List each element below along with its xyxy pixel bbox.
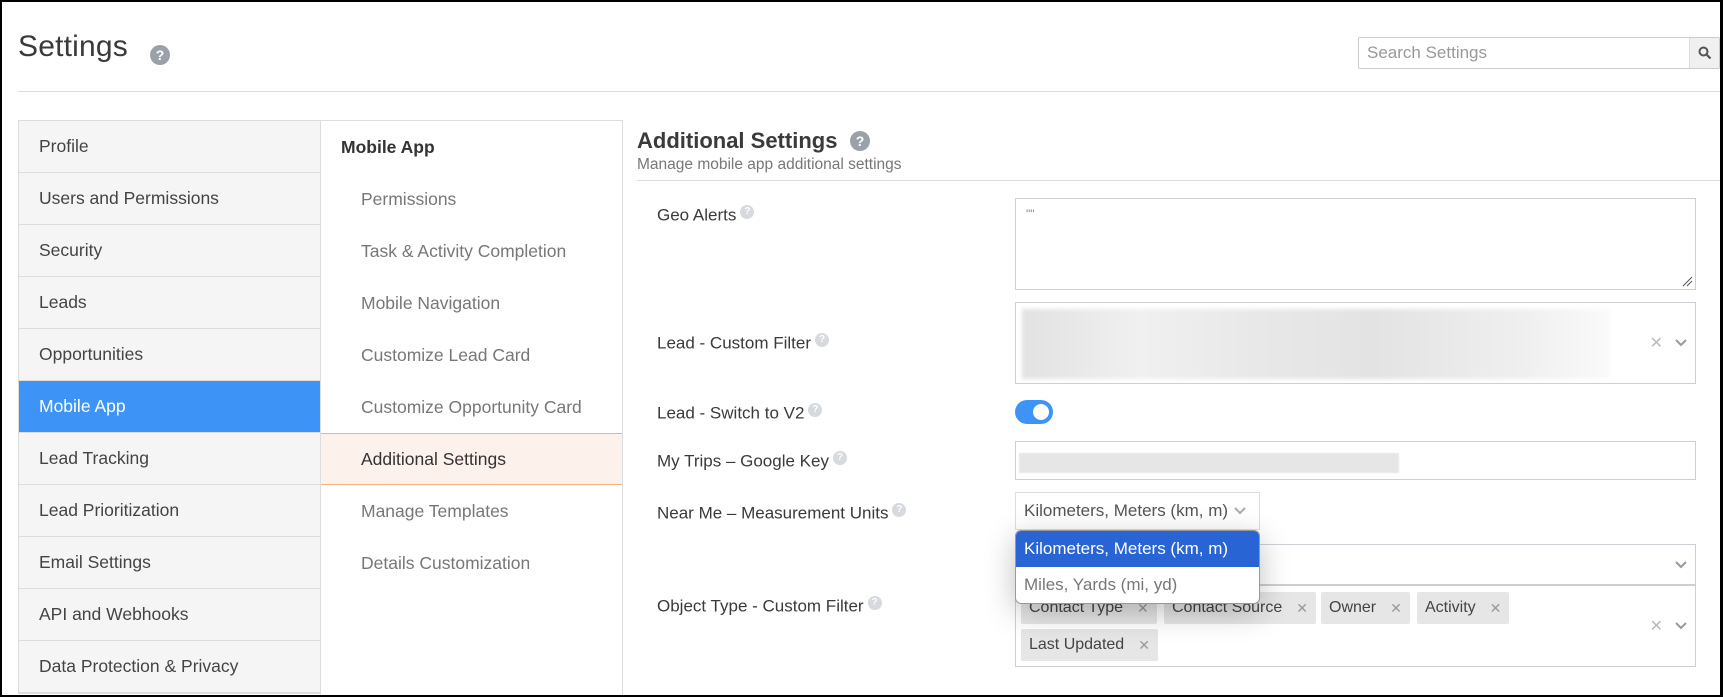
tag-label: Owner [1329, 599, 1377, 616]
remove-tag-icon[interactable]: ✕ [1296, 600, 1308, 617]
sidebar-item-opportunities[interactable]: Opportunities [19, 329, 320, 381]
clear-icon[interactable]: ✕ [1650, 616, 1663, 636]
google-key-input[interactable] [1015, 441, 1696, 480]
lead-custom-filter-select[interactable]: ✕ [1015, 302, 1696, 384]
sidebar-item-mobile-app[interactable]: Mobile App [19, 381, 320, 433]
section-subtitle: Manage mobile app additional settings [637, 156, 902, 173]
settings-sidebar: Profile Users and Permissions Security L… [18, 120, 320, 694]
sidebar-item-api-and-webhooks[interactable]: API and Webhooks [19, 589, 320, 641]
filter-tag: Activity ✕ [1417, 592, 1510, 624]
help-icon[interactable]: ? [815, 333, 829, 347]
submenu-item-mobile-navigation[interactable]: Mobile Navigation [321, 277, 622, 329]
sidebar-item-leads[interactable]: Leads [19, 277, 320, 329]
sidebar-item-profile[interactable]: Profile [19, 121, 320, 173]
section-title: Additional Settings [637, 128, 838, 153]
resize-grip-icon[interactable] [1681, 275, 1693, 287]
search-button[interactable] [1689, 38, 1719, 68]
sidebar-item-users-and-permissions[interactable]: Users and Permissions [19, 173, 320, 225]
submenu-item-customize-lead-card[interactable]: Customize Lead Card [321, 329, 622, 381]
submenu-item-permissions[interactable]: Permissions [321, 173, 622, 225]
help-icon[interactable]: ? [832, 451, 847, 465]
header-divider [18, 91, 1723, 92]
submenu-header: Mobile App [341, 136, 435, 157]
section-divider [637, 180, 1723, 181]
submenu-item-task-activity-completion[interactable]: Task & Activity Completion [321, 225, 622, 277]
measurement-units-value: Kilometers, Meters (km, m) [1024, 501, 1229, 520]
filter-tag: Owner ✕ [1321, 592, 1410, 624]
submenu-item-manage-templates[interactable]: Manage Templates [321, 485, 622, 537]
lead-switch-v2-toggle[interactable] [1015, 400, 1053, 424]
lead-switch-v2-label: Lead - Switch to V2? [657, 403, 823, 424]
object-type-filter-label: Object Type - Custom Filter? [657, 596, 882, 617]
remove-tag-icon[interactable]: ✕ [1390, 600, 1402, 617]
tag-label: Activity [1425, 599, 1476, 616]
redacted-key-value [1019, 453, 1399, 473]
submenu-item-customize-opportunity-card[interactable]: Customize Opportunity Card [321, 381, 622, 433]
mobile-app-submenu: Mobile App Permissions Task & Activity C… [320, 120, 623, 697]
help-icon[interactable]: ? [892, 503, 907, 517]
google-key-label-text: My Trips – Google Key [657, 451, 829, 471]
search-input[interactable] [1359, 38, 1689, 68]
chevron-down-icon [1234, 507, 1246, 515]
chevron-down-icon[interactable] [1675, 622, 1687, 630]
search-box [1358, 37, 1720, 69]
chevron-down-icon[interactable] [1675, 561, 1687, 569]
measurement-units-label: Near Me – Measurement Units? [657, 503, 907, 524]
question-circle-icon[interactable]: ? [150, 45, 170, 65]
geo-alerts-value: "" [1026, 207, 1035, 221]
measurement-units-dropdown: Kilometers, Meters (km, m) Miles, Yards … [1015, 530, 1260, 604]
redacted-filter-value [1022, 309, 1610, 379]
sidebar-item-lead-tracking[interactable]: Lead Tracking [19, 433, 320, 485]
page-title: Settings [18, 30, 128, 63]
object-type-filter-label-text: Object Type - Custom Filter [657, 596, 864, 616]
measurement-units-select[interactable]: Kilometers, Meters (km, m) [1015, 492, 1260, 530]
geo-alerts-label-text: Geo Alerts [657, 205, 737, 225]
toggle-knob [1033, 404, 1049, 420]
question-circle-icon[interactable]: ? [850, 131, 870, 151]
help-icon[interactable]: ? [808, 403, 823, 417]
help-icon[interactable]: ? [740, 205, 755, 219]
chevron-down-icon[interactable] [1675, 339, 1687, 347]
remove-tag-icon[interactable]: ✕ [1138, 637, 1150, 654]
measurement-units-label-text: Near Me – Measurement Units [657, 503, 889, 523]
submenu-item-details-customization[interactable]: Details Customization [321, 537, 622, 589]
help-icon[interactable]: ? [867, 596, 882, 610]
tag-label: Last Updated [1029, 636, 1125, 653]
lead-custom-filter-label-text: Lead - Custom Filter [657, 333, 811, 353]
sidebar-item-email-settings[interactable]: Email Settings [19, 537, 320, 589]
sidebar-item-lead-prioritization[interactable]: Lead Prioritization [19, 485, 320, 537]
submenu-item-additional-settings[interactable]: Additional Settings [321, 433, 622, 485]
clear-icon[interactable]: ✕ [1650, 333, 1663, 353]
sidebar-item-data-protection[interactable]: Data Protection & Privacy [19, 641, 320, 693]
dropdown-option-km[interactable]: Kilometers, Meters (km, m) [1016, 531, 1259, 567]
filter-tag: Last Updated ✕ [1021, 629, 1158, 661]
search-icon [1698, 46, 1711, 60]
dropdown-option-miles[interactable]: Miles, Yards (mi, yd) [1016, 567, 1259, 603]
sidebar-item-security[interactable]: Security [19, 225, 320, 277]
lead-switch-v2-label-text: Lead - Switch to V2 [657, 403, 805, 423]
geo-alerts-textarea[interactable]: "" [1015, 198, 1696, 290]
geo-alerts-label: Geo Alerts? [657, 205, 755, 226]
google-key-label: My Trips – Google Key? [657, 451, 847, 472]
remove-tag-icon[interactable]: ✕ [1490, 600, 1502, 617]
lead-custom-filter-label: Lead - Custom Filter? [657, 333, 829, 354]
